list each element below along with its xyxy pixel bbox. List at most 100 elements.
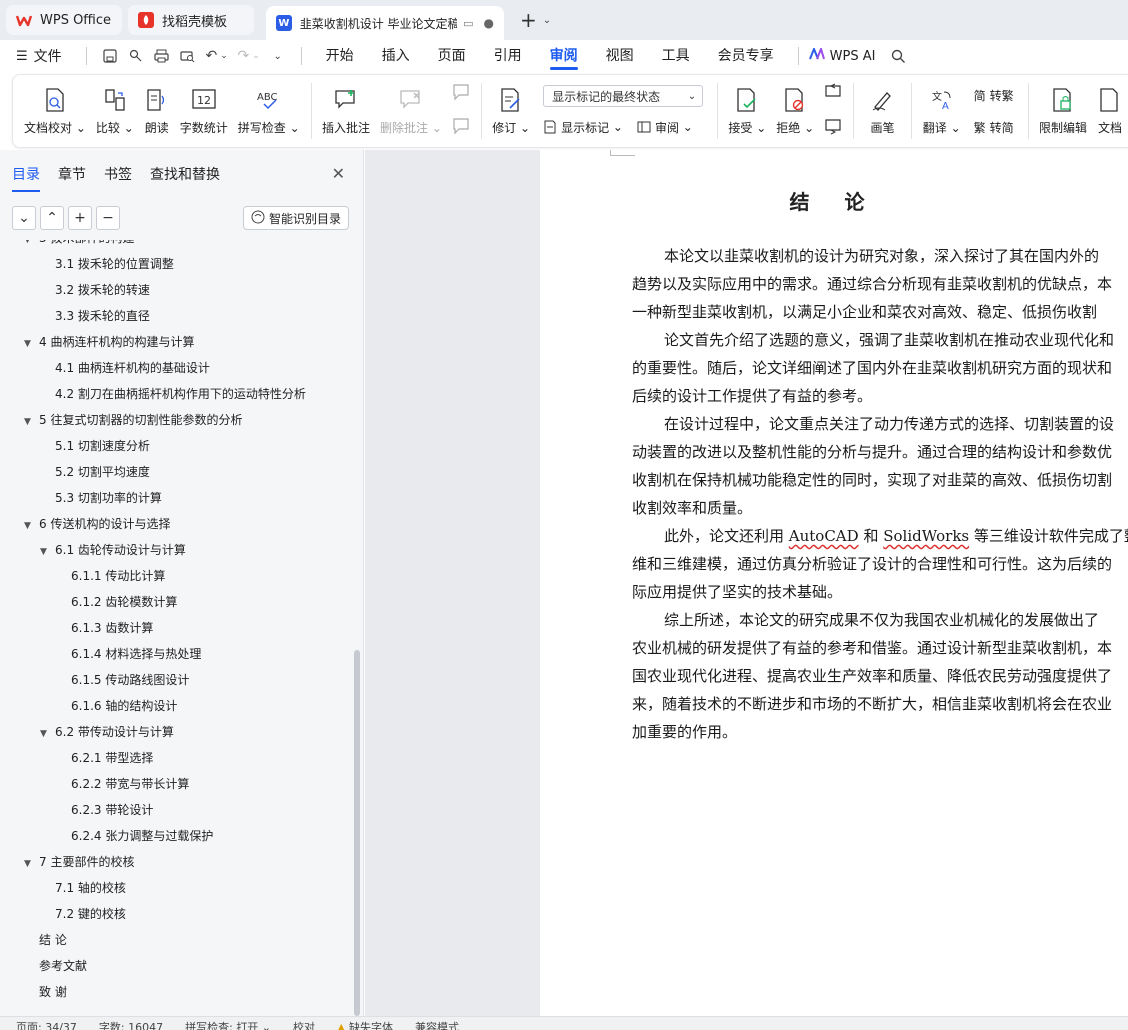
tab-docer-template[interactable]: 找稻壳模板 bbox=[128, 5, 254, 35]
proofread-status[interactable]: 校对 bbox=[293, 1021, 315, 1030]
toc-item[interactable]: 3.1 拨禾轮的位置调整 bbox=[55, 251, 174, 277]
toc-item[interactable]: ▼ 5 往复式切割器的切割性能参数的分析 bbox=[24, 407, 242, 433]
toc-item[interactable]: 6.1.3 齿数计算 bbox=[71, 615, 153, 641]
expand-triangle-icon[interactable]: ▼ bbox=[24, 240, 36, 253]
markup-state-select[interactable]: 显示标记的最终状态 ⌄ bbox=[543, 85, 704, 107]
tab-list-chevron-icon[interactable]: ⌄ bbox=[543, 15, 551, 26]
tab-wps-office[interactable]: WPS Office bbox=[6, 5, 122, 35]
expand-triangle-icon[interactable]: ▼ bbox=[24, 409, 36, 435]
tab-page[interactable]: 页面 bbox=[438, 40, 466, 72]
next-comment-icon[interactable] bbox=[451, 117, 471, 139]
export-pdf-icon[interactable] bbox=[123, 45, 149, 67]
toc-item[interactable]: 5.1 切割速度分析 bbox=[55, 433, 150, 459]
toc-item[interactable]: 6.1.4 材料选择与热处理 bbox=[71, 641, 201, 667]
show-markup-button[interactable]: 显示标记 ⌄ bbox=[543, 117, 623, 137]
page-indicator[interactable]: 页面: 34/37 bbox=[16, 1021, 77, 1030]
toc-item[interactable]: 7.2 键的校核 bbox=[55, 901, 126, 927]
tab-close-dot-icon[interactable]: ● bbox=[484, 16, 494, 30]
tab-bookmarks[interactable]: 书签 bbox=[104, 164, 132, 186]
expand-triangle-icon[interactable]: ▼ bbox=[24, 331, 36, 357]
review-pane-button[interactable]: 审阅 ⌄ bbox=[637, 117, 693, 137]
toc-item[interactable]: 6.1.2 齿轮模数计算 bbox=[71, 589, 177, 615]
search-icon[interactable] bbox=[885, 45, 911, 67]
toc-item[interactable]: 6.2.1 带型选择 bbox=[71, 745, 153, 771]
insert-comment-button[interactable]: 插入批注 bbox=[317, 77, 375, 145]
toc-item[interactable]: 致 谢 bbox=[39, 979, 67, 1005]
reject-button[interactable]: 拒绝 ⌄ bbox=[771, 77, 819, 145]
toc-item[interactable]: 6.2.2 带宽与带长计算 bbox=[71, 771, 189, 797]
toc-item[interactable]: 5.2 切割平均速度 bbox=[55, 459, 150, 485]
tab-find-replace[interactable]: 查找和替换 bbox=[150, 164, 220, 186]
expand-triangle-icon[interactable]: ▼ bbox=[24, 513, 36, 539]
tab-sections[interactable]: 章节 bbox=[58, 164, 86, 186]
tab-references[interactable]: 引用 bbox=[494, 40, 522, 72]
word-count-button[interactable]: 12 字数统计 bbox=[175, 77, 233, 145]
toc-item[interactable]: 3.2 拨禾轮的转速 bbox=[55, 277, 150, 303]
redo-icon[interactable]: ↷ ⌄ bbox=[233, 45, 265, 67]
delete-comment-button[interactable]: 删除批注 ⌄ bbox=[375, 77, 447, 145]
undo-icon[interactable]: ↶ ⌄ bbox=[201, 45, 233, 67]
toc-item[interactable]: 7.1 轴的校核 bbox=[55, 875, 126, 901]
toc-item[interactable]: 6.2.4 张力调整与过载保护 bbox=[71, 823, 213, 849]
new-tab-plus-icon[interactable]: + bbox=[520, 8, 537, 32]
toc-item[interactable]: 6.1.5 传动路线图设计 bbox=[71, 667, 189, 693]
toc-item[interactable]: ▼ 7 主要部件的校核 bbox=[24, 849, 134, 875]
tab-toc[interactable]: 目录 bbox=[12, 164, 40, 192]
expand-triangle-icon[interactable]: ▼ bbox=[24, 851, 36, 877]
more-quick-actions-chevron-icon[interactable]: ⌄ bbox=[265, 45, 291, 67]
close-icon[interactable]: ✕ bbox=[332, 164, 345, 183]
print-preview-icon[interactable] bbox=[175, 45, 201, 67]
expand-triangle-icon[interactable]: ▼ bbox=[40, 721, 52, 747]
toc-item[interactable]: 6.1.6 轴的结构设计 bbox=[71, 693, 177, 719]
toc-scrollbar[interactable] bbox=[354, 650, 360, 1016]
previous-comment-icon[interactable] bbox=[451, 83, 471, 105]
document-page[interactable]: 结 论 本论文以韭菜收割机的设计为研究对象，深入探讨了其在国内外的 趋势以及实际应… bbox=[540, 150, 1128, 1016]
word-count-status[interactable]: 字数: 16047 bbox=[99, 1021, 163, 1030]
doc-proofread-button[interactable]: 文档校对 ⌄ bbox=[19, 77, 91, 145]
toc-item[interactable]: 6.2.3 带轮设计 bbox=[71, 797, 153, 823]
previous-change-icon[interactable] bbox=[823, 83, 843, 105]
toc-item[interactable]: ▼ 6.1 齿轮传动设计与计算 bbox=[40, 537, 186, 563]
toc-item[interactable]: 结 论 bbox=[39, 927, 67, 953]
compare-button[interactable]: 比较 ⌄ bbox=[91, 77, 139, 145]
accept-button[interactable]: 接受 ⌄ bbox=[723, 77, 771, 145]
next-change-icon[interactable] bbox=[823, 117, 843, 139]
save-icon[interactable] bbox=[97, 45, 123, 67]
tab-member[interactable]: 会员专享 bbox=[718, 40, 774, 72]
remove-heading-minus-icon[interactable]: − bbox=[96, 206, 120, 230]
tab-review[interactable]: 审阅 bbox=[549, 40, 578, 72]
translate-button[interactable]: 文A 翻译 ⌄ bbox=[918, 77, 966, 145]
toc-item[interactable]: 4.2 割刀在曲柄摇杆机构作用下的运动特性分析 bbox=[55, 381, 306, 407]
toc-item[interactable]: 5.3 切割功率的计算 bbox=[55, 485, 162, 511]
wps-ai-button[interactable]: WPS AI bbox=[808, 45, 875, 64]
tab-home[interactable]: 开始 bbox=[326, 40, 354, 72]
doc-permission-button[interactable]: 文档 bbox=[1092, 77, 1128, 145]
spell-check-button[interactable]: ABC 拼写检查 ⌄ bbox=[233, 77, 305, 145]
file-menu[interactable]: ☰ 文件 bbox=[16, 46, 62, 66]
toc-item[interactable]: ▼ 6.2 带传动设计与计算 bbox=[40, 719, 174, 745]
track-changes-button[interactable]: 修订 ⌄ bbox=[487, 77, 535, 145]
toc-item[interactable]: 3.3 拨禾轮的直径 bbox=[55, 303, 150, 329]
add-heading-plus-icon[interactable]: + bbox=[68, 206, 92, 230]
toc-item[interactable]: ▼ 4 曲柄连杆机构的构建与计算 bbox=[24, 329, 194, 355]
missing-font-status[interactable]: ▲ 缺失字体 bbox=[337, 1021, 393, 1030]
toc-item[interactable]: ▼ 6 传送机构的设计与选择 bbox=[24, 511, 170, 537]
read-aloud-button[interactable]: 朗读 bbox=[139, 77, 175, 145]
tab-view[interactable]: 视图 bbox=[606, 40, 634, 72]
toc-item[interactable]: 4.1 曲柄连杆机构的基础设计 bbox=[55, 355, 210, 381]
smart-toc-button[interactable]: 智能识别目录 bbox=[242, 206, 349, 230]
toc-item[interactable]: ▼3 拨禾部件的构建 bbox=[24, 240, 134, 251]
ink-button[interactable]: 画笔 bbox=[859, 77, 905, 145]
spell-check-status[interactable]: 拼写检查: 打开 ⌄ bbox=[185, 1021, 271, 1030]
tab-insert[interactable]: 插入 bbox=[382, 40, 410, 72]
toc-item[interactable]: 参考文献 bbox=[39, 953, 87, 979]
collapse-chevron-up-icon[interactable]: ⌃ bbox=[40, 206, 64, 230]
tab-current-document[interactable]: W 韭菜收割机设计 毕业论文定稿 ▭ ● bbox=[266, 6, 504, 40]
expand-all-chevron-down-icon[interactable]: ⌄ bbox=[12, 206, 36, 230]
tab-tools[interactable]: 工具 bbox=[662, 40, 690, 72]
print-icon[interactable] bbox=[149, 45, 175, 67]
to-traditional-button[interactable]: 简转繁 bbox=[974, 85, 1014, 105]
expand-triangle-icon[interactable]: ▼ bbox=[40, 539, 52, 565]
restrict-edit-button[interactable]: 限制编辑 bbox=[1034, 77, 1092, 145]
toc-item[interactable]: 6.1.1 传动比计算 bbox=[71, 563, 165, 589]
